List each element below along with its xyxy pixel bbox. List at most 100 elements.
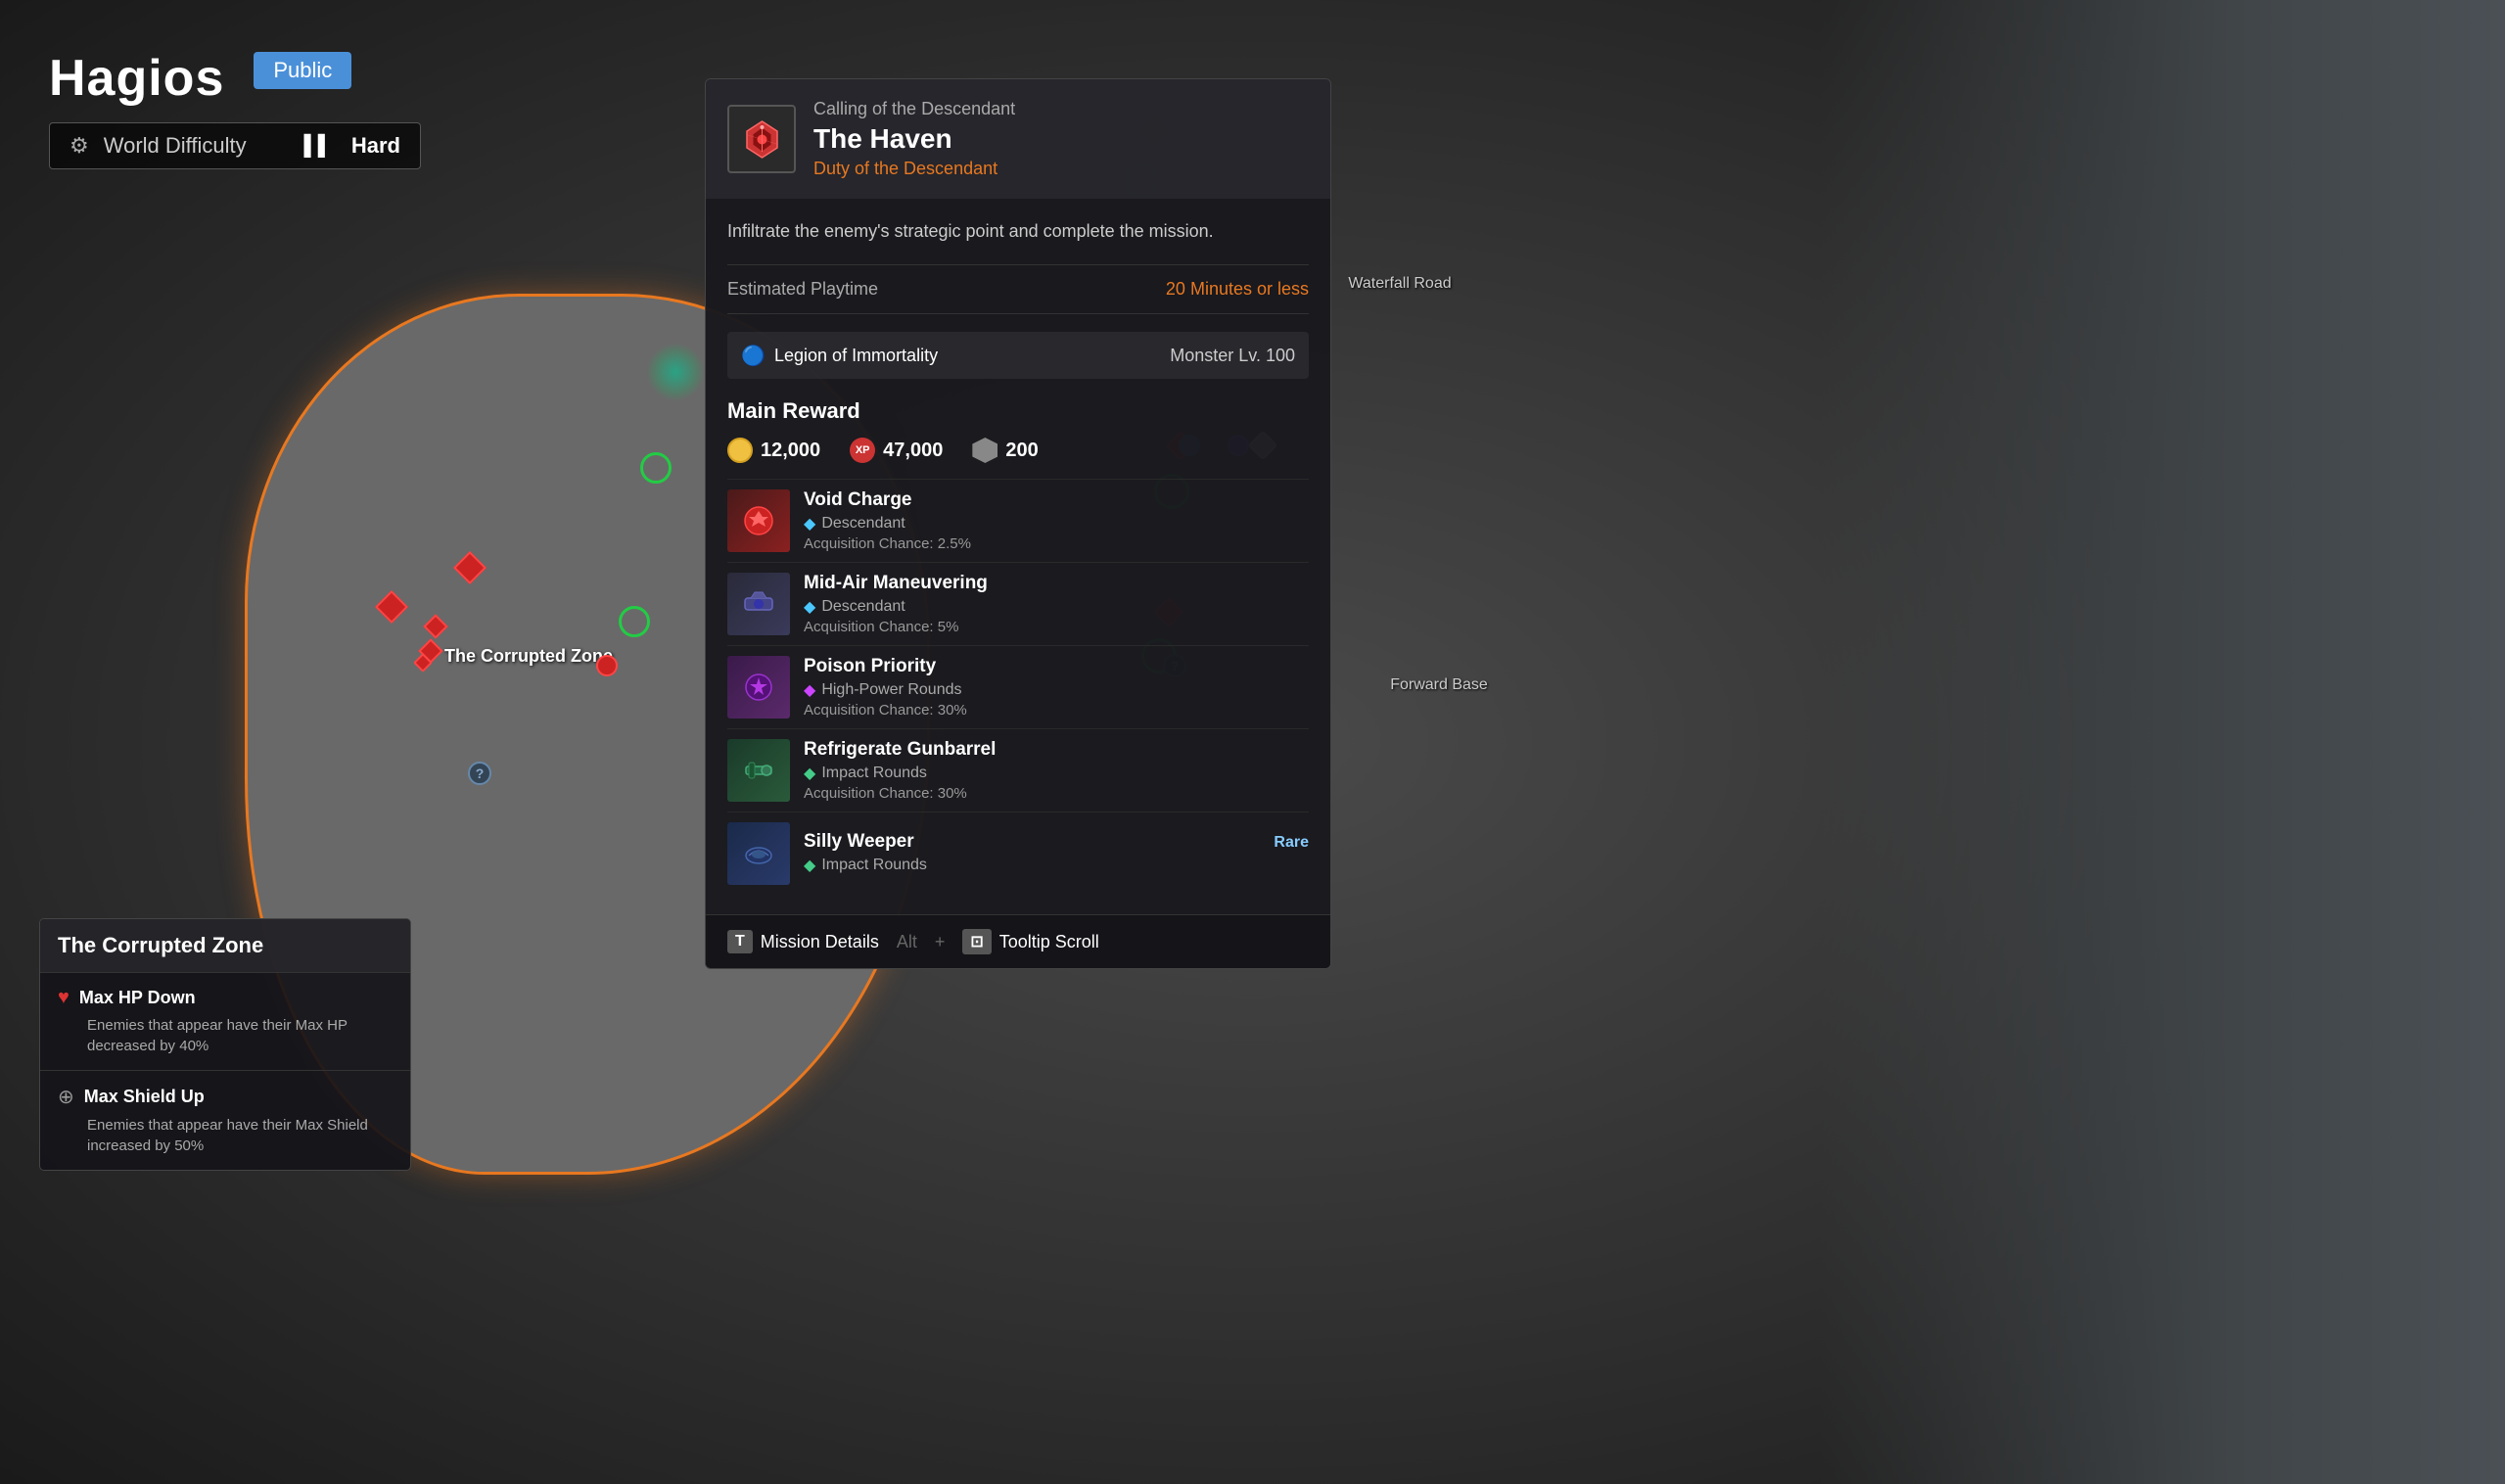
mission-name: The Haven [813, 123, 1309, 155]
reward-dot-2: ◆ [804, 680, 815, 700]
currency-shield: 200 [972, 438, 1038, 463]
map-marker-green-2[interactable] [634, 622, 666, 653]
faction-left: 🔵 Legion of Immortality [741, 344, 938, 367]
playtime-row: Estimated Playtime 20 Minutes or less [727, 264, 1309, 314]
faction-icon: 🔵 [741, 344, 765, 367]
right-terrain [1820, 0, 2505, 1484]
reward-thumb-3 [727, 739, 790, 802]
reward-thumb-4 [727, 822, 790, 885]
playtime-label: Estimated Playtime [727, 279, 878, 300]
reward-category-2: High-Power Rounds [821, 681, 961, 699]
reward-thumb-2 [727, 656, 790, 719]
effect-desc-1: Enemies that appear have their Max Shiel… [58, 1115, 393, 1156]
reward-type-2: ◆ High-Power Rounds [804, 680, 1309, 700]
tooltip-scroll-label: Tooltip Scroll [999, 932, 1099, 952]
reward-thumb-0 [727, 489, 790, 552]
reward-chance-2: Acquisition Chance: 30% [804, 702, 1309, 719]
forward-base-label: Forward Base [1390, 676, 1488, 694]
shield-value: 200 [1005, 440, 1038, 462]
reward-name-3: Refrigerate Gunbarrel [804, 739, 1309, 761]
reward-item-3: Refrigerate Gunbarrel ◆ Impact Rounds Ac… [727, 728, 1309, 812]
reward-category-1: Descendant [821, 598, 905, 616]
reward-info-3: Refrigerate Gunbarrel ◆ Impact Rounds Ac… [804, 739, 1309, 802]
reward-type-3: ◆ Impact Rounds [804, 764, 1309, 783]
faction-level: Monster Lv. 100 [1170, 346, 1295, 366]
public-button[interactable]: Public [254, 52, 351, 89]
reward-name-0: Void Charge [804, 489, 1309, 511]
zone-panel: The Corrupted Zone ♥ Max HP Down Enemies… [39, 918, 411, 1171]
map-zone-label: The Corrupted Zone [444, 646, 613, 667]
coin-value: 12,000 [761, 440, 820, 462]
map-marker-1[interactable] [470, 568, 493, 591]
zone-effect-header-0: ♥ Max HP Down [58, 987, 393, 1009]
reward-dot-1: ◆ [804, 597, 815, 617]
tooltip-scroll-btn[interactable]: ⊡ Tooltip Scroll [962, 929, 1098, 954]
difficulty-label: World Difficulty [104, 133, 290, 159]
difficulty-bars-icon: ▌▌ [304, 135, 332, 158]
footer-plus: + [935, 932, 946, 952]
reward-thumb-1 [727, 573, 790, 635]
difficulty-bar[interactable]: ⚙ World Difficulty ▌▌ Hard [49, 122, 421, 169]
reward-name-4: Silly Weeper [804, 831, 914, 853]
reward-chance-3: Acquisition Chance: 30% [804, 785, 1309, 802]
mission-body: Infiltrate the enemy's strategic point a… [706, 199, 1330, 914]
reward-type-4: ◆ Impact Rounds [804, 856, 1309, 875]
mission-category: Calling of the Descendant [813, 99, 1309, 119]
mission-panel: Calling of the Descendant The Haven Duty… [705, 78, 1331, 969]
mission-details-btn[interactable]: T Mission Details [727, 930, 879, 953]
tooltip-key-badge: ⊡ [962, 929, 991, 954]
map-marker-4[interactable] [431, 651, 448, 669]
map-marker-green-1[interactable] [656, 468, 687, 499]
map-marker-3[interactable] [436, 626, 453, 644]
reward-chance-0: Acquisition Chance: 2.5% [804, 535, 1309, 552]
reward-dot-4: ◆ [804, 856, 815, 875]
mission-duty: Duty of the Descendant [813, 159, 1309, 179]
map-marker-5[interactable] [607, 666, 628, 687]
reward-dot-0: ◆ [804, 514, 815, 533]
server-name: Hagios [49, 49, 224, 108]
reward-chance-1: Acquisition Chance: 5% [804, 619, 1309, 635]
reward-item-2: Poison Priority ◆ High-Power Rounds Acqu… [727, 645, 1309, 728]
mission-title-block: Calling of the Descendant The Haven Duty… [813, 99, 1309, 179]
reward-info-4: Silly Weeper Rare ◆ Impact Rounds [804, 831, 1309, 877]
faction-name: Legion of Immortality [774, 346, 938, 366]
header: Hagios Public ⚙ World Difficulty ▌▌ Hard [49, 49, 421, 169]
reward-item-1: Mid-Air Maneuvering ◆ Descendant Acquisi… [727, 562, 1309, 645]
reward-info-1: Mid-Air Maneuvering ◆ Descendant Acquisi… [804, 573, 1309, 635]
coin-icon [727, 438, 753, 463]
reward-type-1: ◆ Descendant [804, 597, 1309, 617]
mission-footer: T Mission Details Alt + ⊡ Tooltip Scroll [706, 914, 1330, 968]
difficulty-icon: ⚙ [70, 133, 89, 159]
reward-category-0: Descendant [821, 515, 905, 533]
mission-details-label: Mission Details [761, 932, 879, 952]
difficulty-value: Hard [351, 133, 400, 159]
map-marker-6[interactable] [416, 656, 430, 670]
reward-name-1: Mid-Air Maneuvering [804, 573, 1309, 594]
xp-value: 47,000 [883, 440, 943, 462]
zone-title: The Corrupted Zone [40, 919, 410, 972]
reward-rarity-4: Rare [1274, 834, 1309, 852]
zone-effect-header-1: ⊕ Max Shield Up [58, 1085, 393, 1109]
effect-desc-0: Enemies that appear have their Max HP de… [58, 1015, 393, 1056]
currency-coin: 12,000 [727, 438, 820, 463]
main-reward-title: Main Reward [727, 398, 1309, 424]
shield-effect-icon: ⊕ [58, 1085, 74, 1109]
reward-info-2: Poison Priority ◆ High-Power Rounds Acqu… [804, 656, 1309, 719]
footer-separator: Alt [897, 932, 917, 952]
reward-category-4: Impact Rounds [821, 857, 927, 874]
mission-description: Infiltrate the enemy's strategic point a… [727, 218, 1309, 245]
effect-name-0: Max HP Down [79, 988, 196, 1008]
zone-effect-1: ⊕ Max Shield Up Enemies that appear have… [40, 1070, 410, 1170]
reward-dot-3: ◆ [804, 764, 815, 783]
mission-header: Calling of the Descendant The Haven Duty… [706, 79, 1330, 199]
effect-name-1: Max Shield Up [84, 1087, 205, 1107]
map-marker-question-1[interactable]: ? [480, 773, 503, 797]
reward-info-0: Void Charge ◆ Descendant Acquisition Cha… [804, 489, 1309, 552]
playtime-value: 20 Minutes or less [1166, 279, 1309, 300]
map-marker-2[interactable] [392, 607, 415, 630]
reward-name-2: Poison Priority [804, 656, 1309, 677]
xp-icon: XP [850, 438, 875, 463]
faction-row: 🔵 Legion of Immortality Monster Lv. 100 [727, 332, 1309, 379]
heart-icon: ♥ [58, 987, 70, 1009]
road-label-waterfall: Waterfall Road [1348, 275, 1451, 293]
